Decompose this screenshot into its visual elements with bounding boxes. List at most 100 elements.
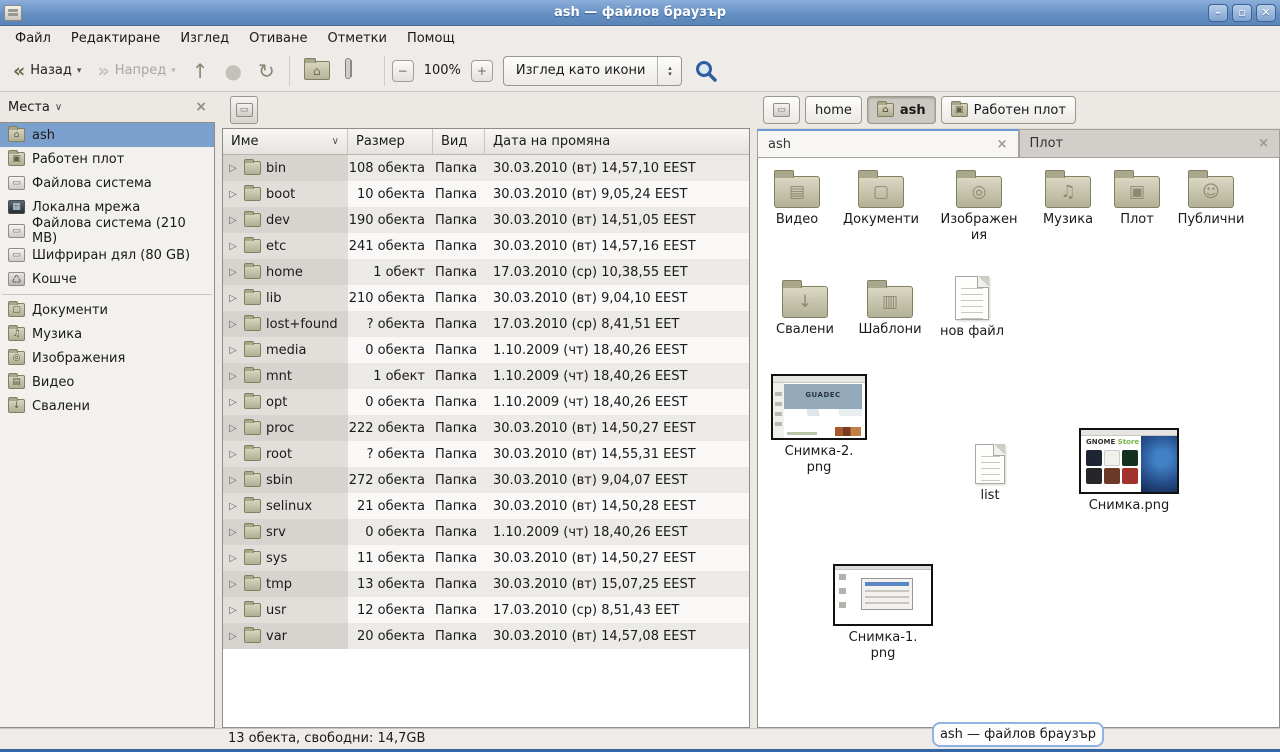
expander-icon[interactable]: ▷ (227, 319, 239, 330)
taskbar-window-button[interactable]: ash — файлов браузър (932, 722, 1104, 747)
search-button[interactable] (694, 59, 718, 83)
table-row[interactable]: ▷ srv 0 обекта Папка 1.10.2009 (чт) 18,4… (223, 519, 749, 545)
expander-icon[interactable]: ▷ (227, 215, 239, 226)
expander-icon[interactable]: ▷ (227, 371, 239, 382)
minimize-button[interactable]: – (1208, 4, 1228, 22)
expander-icon[interactable]: ▷ (227, 345, 239, 356)
sidebar-item-ash[interactable]: ⌂ ash (0, 123, 214, 147)
maximize-button[interactable]: ▫ (1232, 4, 1252, 22)
back-dropdown-icon[interactable]: ▾ (77, 66, 82, 76)
table-row[interactable]: ▷ usr 12 обекта Папка 17.03.2010 (ср) 8,… (223, 597, 749, 623)
icon-view-item[interactable]: ◎ Изображен ия (934, 168, 1024, 245)
column-header-size[interactable]: Размер (348, 129, 433, 155)
expander-icon[interactable]: ▷ (227, 189, 239, 200)
back-button[interactable]: « Назад ▾ (6, 57, 88, 85)
sidebar-item-работен-плот[interactable]: ▣ Работен плот (0, 147, 214, 171)
table-row[interactable]: ▷ sys 11 обекта Папка 30.03.2010 (вт) 14… (223, 545, 749, 571)
stop-button[interactable]: ● (217, 57, 248, 85)
forward-dropdown-icon[interactable]: ▾ (171, 66, 176, 76)
table-row[interactable]: ▷ etc 241 обекта Папка 30.03.2010 (вт) 1… (223, 233, 749, 259)
table-row[interactable]: ▷ media 0 обекта Папка 1.10.2009 (чт) 18… (223, 337, 749, 363)
icon-view-item[interactable]: list (960, 444, 1020, 504)
sidebar-item-кошче[interactable]: ♺ Кошче (0, 267, 214, 291)
sidebar-item-документи[interactable]: ▢ Документи (0, 298, 214, 322)
computer-button[interactable] (339, 57, 377, 85)
column-header-date[interactable]: Дата на промяна (485, 129, 749, 155)
tab-ash[interactable]: ash × (757, 129, 1019, 157)
column-header-name[interactable]: Име ∨ (223, 129, 348, 155)
breadcrumb-button[interactable]: home (805, 96, 862, 124)
table-row[interactable]: ▷ dev 190 обекта Папка 30.03.2010 (вт) 1… (223, 207, 749, 233)
icon-view-item[interactable]: ▥ Шаблони (848, 278, 932, 338)
expander-icon[interactable]: ▷ (227, 501, 239, 512)
icon-view-item[interactable]: Снимка-1. png (832, 564, 934, 663)
table-row[interactable]: ▷ selinux 21 обекта Папка 30.03.2010 (вт… (223, 493, 749, 519)
close-button[interactable]: ✕ (1256, 4, 1276, 22)
view-mode-select[interactable]: Изглед като икони ▴▾ (503, 56, 683, 86)
expander-icon[interactable]: ▷ (227, 293, 239, 304)
sidebar-item-файлова-система[interactable]: ▭ Файлова система (0, 171, 214, 195)
places-close-button[interactable]: × (195, 99, 207, 115)
tab-плот[interactable]: Плот × (1019, 129, 1280, 157)
table-row[interactable]: ▷ tmp 13 обекта Папка 30.03.2010 (вт) 15… (223, 571, 749, 597)
table-row[interactable]: ▷ proc 222 обекта Папка 30.03.2010 (вт) … (223, 415, 749, 441)
reload-button[interactable]: ↻ (251, 57, 282, 85)
table-row[interactable]: ▷ sbin 272 обекта Папка 30.03.2010 (вт) … (223, 467, 749, 493)
icon-view-item[interactable]: нов файл (934, 276, 1010, 340)
expander-icon[interactable]: ▷ (227, 449, 239, 460)
expander-icon[interactable]: ▷ (227, 579, 239, 590)
tab-close-icon[interactable]: × (997, 137, 1008, 152)
menu-item[interactable]: Файл (6, 29, 60, 48)
zoom-in-button[interactable]: + (471, 60, 493, 82)
sidebar-item-свалени[interactable]: ↓ Свалени (0, 394, 214, 418)
menu-item[interactable]: Отиване (240, 29, 316, 48)
table-row[interactable]: ▷ root ? обекта Папка 30.03.2010 (вт) 14… (223, 441, 749, 467)
menu-item[interactable]: Помощ (398, 29, 464, 48)
menu-item[interactable]: Отметки (318, 29, 395, 48)
up-button[interactable]: ↑ (185, 57, 216, 85)
icon-view-item[interactable]: ▤ Видео (762, 168, 832, 228)
expander-icon[interactable]: ▷ (227, 631, 239, 642)
icon-view-item[interactable]: GUADEC Снимка-2. png (766, 374, 872, 477)
sidebar-item-изображения[interactable]: ◎ Изображения (0, 346, 214, 370)
pane-splitter[interactable] (750, 92, 757, 728)
breadcrumb-button[interactable]: ▭ (763, 96, 800, 124)
column-header-type[interactable]: Вид (433, 129, 485, 155)
forward-button[interactable]: » Напред ▾ (90, 57, 182, 85)
table-row[interactable]: ▷ mnt 1 обект Папка 1.10.2009 (чт) 18,40… (223, 363, 749, 389)
zoom-out-button[interactable]: − (392, 60, 414, 82)
icon-view-item[interactable]: ♫ Музика (1028, 168, 1108, 228)
tab-close-icon[interactable]: × (1258, 136, 1269, 151)
icon-view-item[interactable]: ▢ Документи (834, 168, 928, 228)
icon-view-item[interactable]: ↓ Свалени (766, 278, 844, 338)
pane-splitter[interactable] (215, 92, 222, 728)
menu-item[interactable]: Изглед (171, 29, 238, 48)
home-button[interactable]: ⌂ (297, 57, 337, 84)
icon-view-item[interactable]: ☺ Публични (1168, 168, 1254, 228)
table-row[interactable]: ▷ lib 210 обекта Папка 30.03.2010 (вт) 9… (223, 285, 749, 311)
table-row[interactable]: ▷ home 1 обект Папка 17.03.2010 (ср) 10,… (223, 259, 749, 285)
menu-item[interactable]: Редактиране (62, 29, 169, 48)
table-row[interactable]: ▷ boot 10 обекта Папка 30.03.2010 (вт) 9… (223, 181, 749, 207)
expander-icon[interactable]: ▷ (227, 527, 239, 538)
expander-icon[interactable]: ▷ (227, 553, 239, 564)
expander-icon[interactable]: ▷ (227, 475, 239, 486)
breadcrumb-button[interactable]: ▣ Работен плот (941, 96, 1076, 124)
expander-icon[interactable]: ▷ (227, 241, 239, 252)
icon-view-item[interactable]: GNOME Store Снимка.png (1076, 428, 1182, 514)
expander-icon[interactable]: ▷ (227, 397, 239, 408)
sidebar-item-шифриран-дял-80-gb-[interactable]: ▭ Шифриран дял (80 GB) (0, 243, 214, 267)
sidebar-item-музика[interactable]: ♫ Музика (0, 322, 214, 346)
expander-icon[interactable]: ▷ (227, 605, 239, 616)
expander-icon[interactable]: ▷ (227, 163, 239, 174)
places-dropdown-icon[interactable]: ∨ (55, 102, 62, 113)
sidebar-item-видео[interactable]: ▤ Видео (0, 370, 214, 394)
places-title[interactable]: Места (8, 100, 50, 115)
spinner-arrows-icon[interactable]: ▴▾ (657, 57, 681, 85)
table-row[interactable]: ▷ opt 0 обекта Папка 1.10.2009 (чт) 18,4… (223, 389, 749, 415)
location-root-button[interactable]: ▭ (230, 96, 258, 124)
table-row[interactable]: ▷ var 20 обекта Папка 30.03.2010 (вт) 14… (223, 623, 749, 649)
table-row[interactable]: ▷ lost+found ? обекта Папка 17.03.2010 (… (223, 311, 749, 337)
expander-icon[interactable]: ▷ (227, 423, 239, 434)
breadcrumb-button[interactable]: ⌂ ash (867, 96, 936, 124)
